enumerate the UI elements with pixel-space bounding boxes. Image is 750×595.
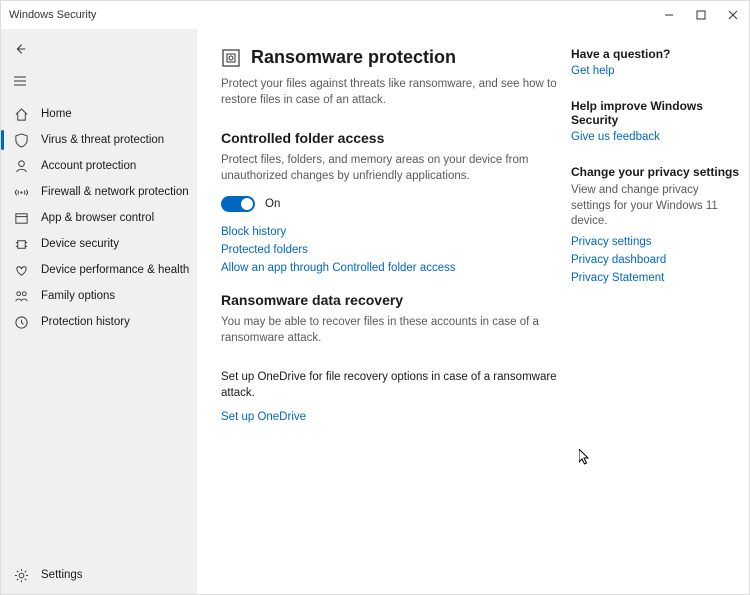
content-side: Have a question? Get help Help improve W… — [571, 47, 741, 594]
hamburger-icon — [13, 74, 27, 88]
sidebar-item-family[interactable]: Family options — [1, 283, 197, 309]
sidebar-item-label: Account protection — [41, 160, 136, 172]
protected-folders-link[interactable]: Protected folders — [221, 244, 559, 256]
maximize-button[interactable] — [685, 1, 717, 29]
feedback-link[interactable]: Give us feedback — [571, 131, 741, 143]
sidebar-item-home[interactable]: Home — [1, 101, 197, 127]
sidebar-item-virus[interactable]: Virus & threat protection — [1, 127, 197, 153]
side-question: Have a question? Get help — [571, 47, 741, 77]
minimize-button[interactable] — [653, 1, 685, 29]
page-subtitle: Protect your files against threats like … — [221, 76, 559, 108]
sidebar-item-label: Family options — [41, 290, 115, 302]
titlebar: Windows Security — [1, 1, 749, 29]
sidebar-item-account[interactable]: Account protection — [1, 153, 197, 179]
page-title: Ransomware protection — [251, 47, 456, 68]
toggle-state-label: On — [265, 198, 280, 210]
side-privacy-text: View and change privacy settings for you… — [571, 183, 741, 230]
sidebar-item-label: Virus & threat protection — [41, 134, 164, 146]
nav-spacer — [1, 335, 197, 562]
home-icon — [13, 106, 29, 122]
sidebar-item-performance[interactable]: Device performance & health — [1, 257, 197, 283]
controlled-folder-heading: Controlled folder access — [221, 130, 559, 146]
recovery-heading: Ransomware data recovery — [221, 292, 559, 308]
heart-icon — [13, 262, 29, 278]
main: Home Virus & threat protection Account p… — [1, 29, 749, 594]
sidebar-item-label: Device security — [41, 238, 119, 250]
back-button[interactable] — [1, 33, 197, 65]
sidebar: Home Virus & threat protection Account p… — [1, 29, 197, 594]
history-icon — [13, 314, 29, 330]
sidebar-item-history[interactable]: Protection history — [1, 309, 197, 335]
privacy-statement-link[interactable]: Privacy Statement — [571, 272, 741, 284]
side-privacy-head: Change your privacy settings — [571, 165, 741, 179]
close-button[interactable] — [717, 1, 749, 29]
side-privacy: Change your privacy settings View and ch… — [571, 165, 741, 284]
sidebar-item-settings[interactable]: Settings — [1, 562, 197, 588]
side-improve: Help improve Windows Security Give us fe… — [571, 99, 741, 143]
side-question-head: Have a question? — [571, 47, 741, 61]
sidebar-item-label: Protection history — [41, 316, 130, 328]
sidebar-item-device-security[interactable]: Device security — [1, 231, 197, 257]
content: Ransomware protection Protect your files… — [197, 29, 749, 594]
sidebar-item-label: Settings — [41, 569, 83, 581]
controlled-folder-toggle[interactable] — [221, 196, 255, 212]
recovery-body: Set up OneDrive for file recovery option… — [221, 369, 559, 401]
get-help-link[interactable]: Get help — [571, 65, 741, 77]
person-icon — [13, 158, 29, 174]
sidebar-item-label: Home — [41, 108, 72, 120]
chip-icon — [13, 236, 29, 252]
controlled-folder-desc: Protect files, folders, and memory areas… — [221, 152, 559, 184]
antenna-icon — [13, 184, 29, 200]
sidebar-item-label: Firewall & network protection — [41, 186, 189, 198]
side-improve-head: Help improve Windows Security — [571, 99, 741, 127]
ransomware-icon — [221, 48, 241, 68]
app-title: Windows Security — [9, 9, 653, 21]
hamburger-button[interactable] — [1, 65, 197, 97]
setup-onedrive-link[interactable]: Set up OneDrive — [221, 411, 559, 423]
page-title-row: Ransomware protection — [221, 47, 559, 68]
privacy-settings-link[interactable]: Privacy settings — [571, 236, 741, 248]
sidebar-item-label: App & browser control — [41, 212, 154, 224]
privacy-dashboard-link[interactable]: Privacy dashboard — [571, 254, 741, 266]
toggle-row: On — [221, 196, 559, 212]
arrow-left-icon — [13, 42, 27, 56]
sidebar-item-label: Device performance & health — [41, 264, 189, 276]
content-main: Ransomware protection Protect your files… — [221, 47, 559, 594]
sidebar-item-firewall[interactable]: Firewall & network protection — [1, 179, 197, 205]
allow-app-link[interactable]: Allow an app through Controlled folder a… — [221, 262, 559, 274]
family-icon — [13, 288, 29, 304]
block-history-link[interactable]: Block history — [221, 226, 559, 238]
recovery-desc: You may be able to recover files in thes… — [221, 314, 559, 346]
gear-icon — [13, 567, 29, 583]
window-icon — [13, 210, 29, 226]
sidebar-item-app-browser[interactable]: App & browser control — [1, 205, 197, 231]
shield-icon — [13, 132, 29, 148]
